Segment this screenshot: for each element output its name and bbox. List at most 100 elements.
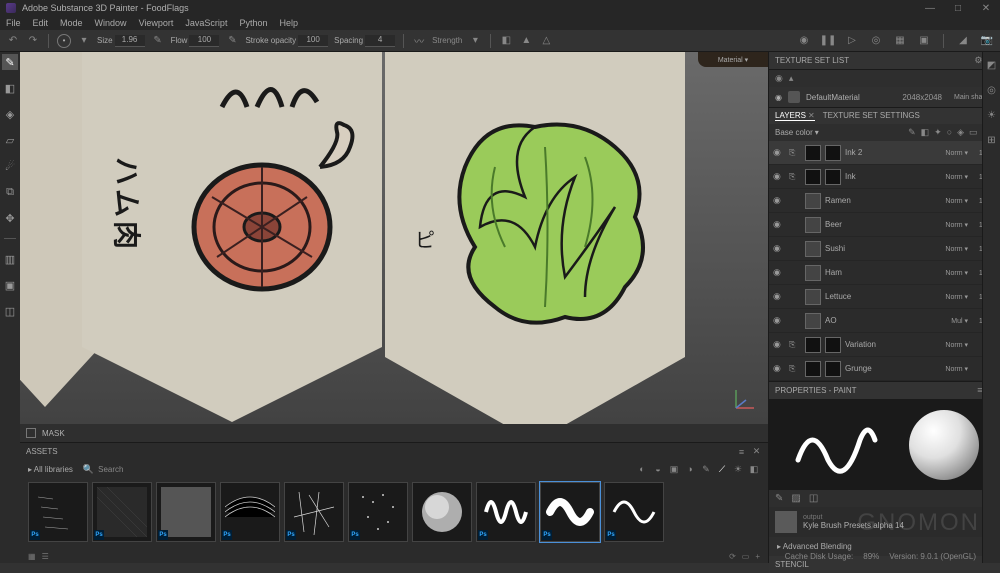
layer-mask-thumbnail[interactable]: [825, 337, 841, 353]
add-mask-icon[interactable]: ○: [947, 127, 952, 138]
blend-mode[interactable]: Norm ▾: [940, 365, 968, 373]
window-minimize[interactable]: —: [916, 0, 944, 16]
lighting-icon[interactable]: ☀: [987, 110, 996, 121]
clone-tool-icon[interactable]: ⧉: [2, 184, 18, 200]
lazy-mouse-icon[interactable]: 〰: [412, 34, 426, 48]
axis-gizmo[interactable]: [732, 386, 758, 414]
pause-icon[interactable]: ❚❚: [821, 34, 835, 48]
size-field[interactable]: 1.96: [115, 35, 145, 47]
layer-row[interactable]: ◉⎘InkNorm ▾100 ▾: [769, 165, 1000, 189]
menu-viewport[interactable]: Viewport: [139, 18, 174, 28]
filter-env-icon[interactable]: ☀: [732, 463, 744, 475]
panel-close-icon[interactable]: ✕: [751, 446, 762, 457]
camera-icon[interactable]: 📷: [980, 34, 994, 48]
layer-thumbnail[interactable]: [805, 217, 821, 233]
layer-mask-thumbnail[interactable]: [825, 145, 841, 161]
layer-row[interactable]: ◉⎘Ink 2Norm ▾100 ▾: [769, 141, 1000, 165]
filter-texture-icon[interactable]: ◑: [684, 463, 696, 475]
add-effect-icon[interactable]: ✦: [934, 127, 942, 138]
blend-mode[interactable]: Mul ▾: [940, 317, 968, 325]
asset-thumb[interactable]: Ps: [92, 482, 152, 542]
folder-icon[interactable]: ▭: [742, 552, 750, 561]
eye-icon[interactable]: ◉: [773, 195, 785, 206]
redo-icon[interactable]: ↷: [26, 34, 40, 48]
asset-thumb[interactable]: Ps: [284, 482, 344, 542]
asset-thumb[interactable]: Ps: [348, 482, 408, 542]
filter-material-icon[interactable]: ◒: [652, 463, 664, 475]
menu-edit[interactable]: Edit: [33, 18, 49, 28]
assets-search-input[interactable]: 🔍 Search: [83, 464, 626, 475]
add-smart-mask-icon[interactable]: ◈: [957, 127, 964, 138]
asset-thumb[interactable]: Ps: [476, 482, 536, 542]
strength-dropdown[interactable]: Strength: [432, 36, 462, 45]
link-icon[interactable]: ⎘: [789, 340, 801, 350]
material-preview-sphere[interactable]: [909, 410, 979, 480]
layer-thumbnail[interactable]: [805, 145, 821, 161]
layer-thumbnail[interactable]: [805, 361, 821, 377]
picker-tool-icon[interactable]: ✥: [2, 210, 18, 226]
mask-swatch-icon[interactable]: [26, 428, 36, 438]
asset-thumb[interactable]: [412, 482, 472, 542]
layer-thumbnail[interactable]: [805, 193, 821, 209]
display-icon[interactable]: ⊞: [987, 135, 995, 146]
menu-javascript[interactable]: JavaScript: [185, 18, 227, 28]
filter-alpha-icon[interactable]: ✎: [700, 463, 712, 475]
layer-thumbnail[interactable]: [805, 241, 821, 257]
add-fill-layer-icon[interactable]: ◧: [921, 127, 930, 138]
filter-color-icon[interactable]: ◧: [748, 463, 760, 475]
eye-icon[interactable]: ◉: [773, 171, 785, 182]
bake-mesh-icon[interactable]: ◫: [2, 303, 18, 319]
asset-thumb[interactable]: Ps: [220, 482, 280, 542]
brush-tool-icon[interactable]: ✎: [2, 54, 18, 70]
asset-thumb[interactable]: Ps: [604, 482, 664, 542]
eye-icon[interactable]: ◉: [773, 243, 785, 254]
brush-preview-icon[interactable]: •: [57, 34, 71, 48]
layer-thumbnail[interactable]: [805, 265, 821, 281]
window-maximize[interactable]: □: [944, 0, 972, 16]
layer-thumbnail[interactable]: [805, 337, 821, 353]
pressure-flow-icon[interactable]: ✎: [225, 34, 239, 48]
bake-icon[interactable]: ◉: [797, 34, 811, 48]
window-close[interactable]: ✕: [972, 0, 1000, 16]
menu-help[interactable]: Help: [279, 18, 298, 28]
texset-icon2[interactable]: ▴: [789, 73, 794, 84]
assets-menu-icon[interactable]: ≡: [736, 446, 747, 457]
chevron-down-icon[interactable]: ▾: [77, 34, 91, 48]
list-view-icon[interactable]: ☰: [42, 552, 49, 561]
shader-icon[interactable]: ◎: [987, 85, 996, 96]
layer-thumbnail[interactable]: [805, 289, 821, 305]
eye-icon[interactable]: ◉: [773, 291, 785, 302]
add-paint-layer-icon[interactable]: ✎: [908, 127, 916, 138]
tab-layers[interactable]: LAYERS✕: [775, 111, 815, 121]
channel-dropdown[interactable]: Base color ▾: [775, 128, 819, 137]
eraser-tool-icon[interactable]: ◧: [2, 80, 18, 96]
eye-icon[interactable]: ◉: [773, 147, 785, 158]
polyfill-tool-icon[interactable]: ▱: [2, 132, 18, 148]
filter-smart-icon[interactable]: ▣: [668, 463, 680, 475]
layer-row[interactable]: ◉HamNorm ▾100 ▾: [769, 261, 1000, 285]
brush-section-icon[interactable]: ✎: [775, 493, 783, 504]
blend-mode[interactable]: Norm ▾: [940, 341, 968, 349]
viewport-3d[interactable]: Material ▾ ハム肉 ピ: [20, 52, 768, 424]
asset-thumb[interactable]: Ps: [156, 482, 216, 542]
projection-tool-icon[interactable]: ◈: [2, 106, 18, 122]
menu-python[interactable]: Python: [239, 18, 267, 28]
cube-icon[interactable]: ▣: [2, 277, 18, 293]
smudge-tool-icon[interactable]: ☄: [2, 158, 18, 174]
alpha-thumbnail[interactable]: [775, 511, 797, 533]
menu-window[interactable]: Window: [95, 18, 127, 28]
link-icon[interactable]: ⎘: [789, 172, 801, 182]
blend-mode[interactable]: Norm ▾: [940, 197, 968, 205]
texture-set-row[interactable]: ◉ DefaultMaterial 2048x2048 Main shader: [769, 87, 1000, 108]
layer-row[interactable]: ◉RamenNorm ▾100 ▾: [769, 189, 1000, 213]
add-icon[interactable]: +: [755, 552, 760, 561]
layer-row[interactable]: ◉BeerNorm ▾100 ▾: [769, 213, 1000, 237]
menu-file[interactable]: File: [6, 18, 21, 28]
display-settings-icon[interactable]: ◢: [956, 34, 970, 48]
material-dropdown[interactable]: Material ▾: [698, 52, 768, 67]
view-3d-icon[interactable]: ▣: [917, 34, 931, 48]
menu-mode[interactable]: Mode: [60, 18, 83, 28]
geometry-mask-icon[interactable]: ▥: [2, 251, 18, 267]
eye-icon[interactable]: ◉: [773, 339, 785, 350]
spacing-field[interactable]: 4: [365, 35, 395, 47]
